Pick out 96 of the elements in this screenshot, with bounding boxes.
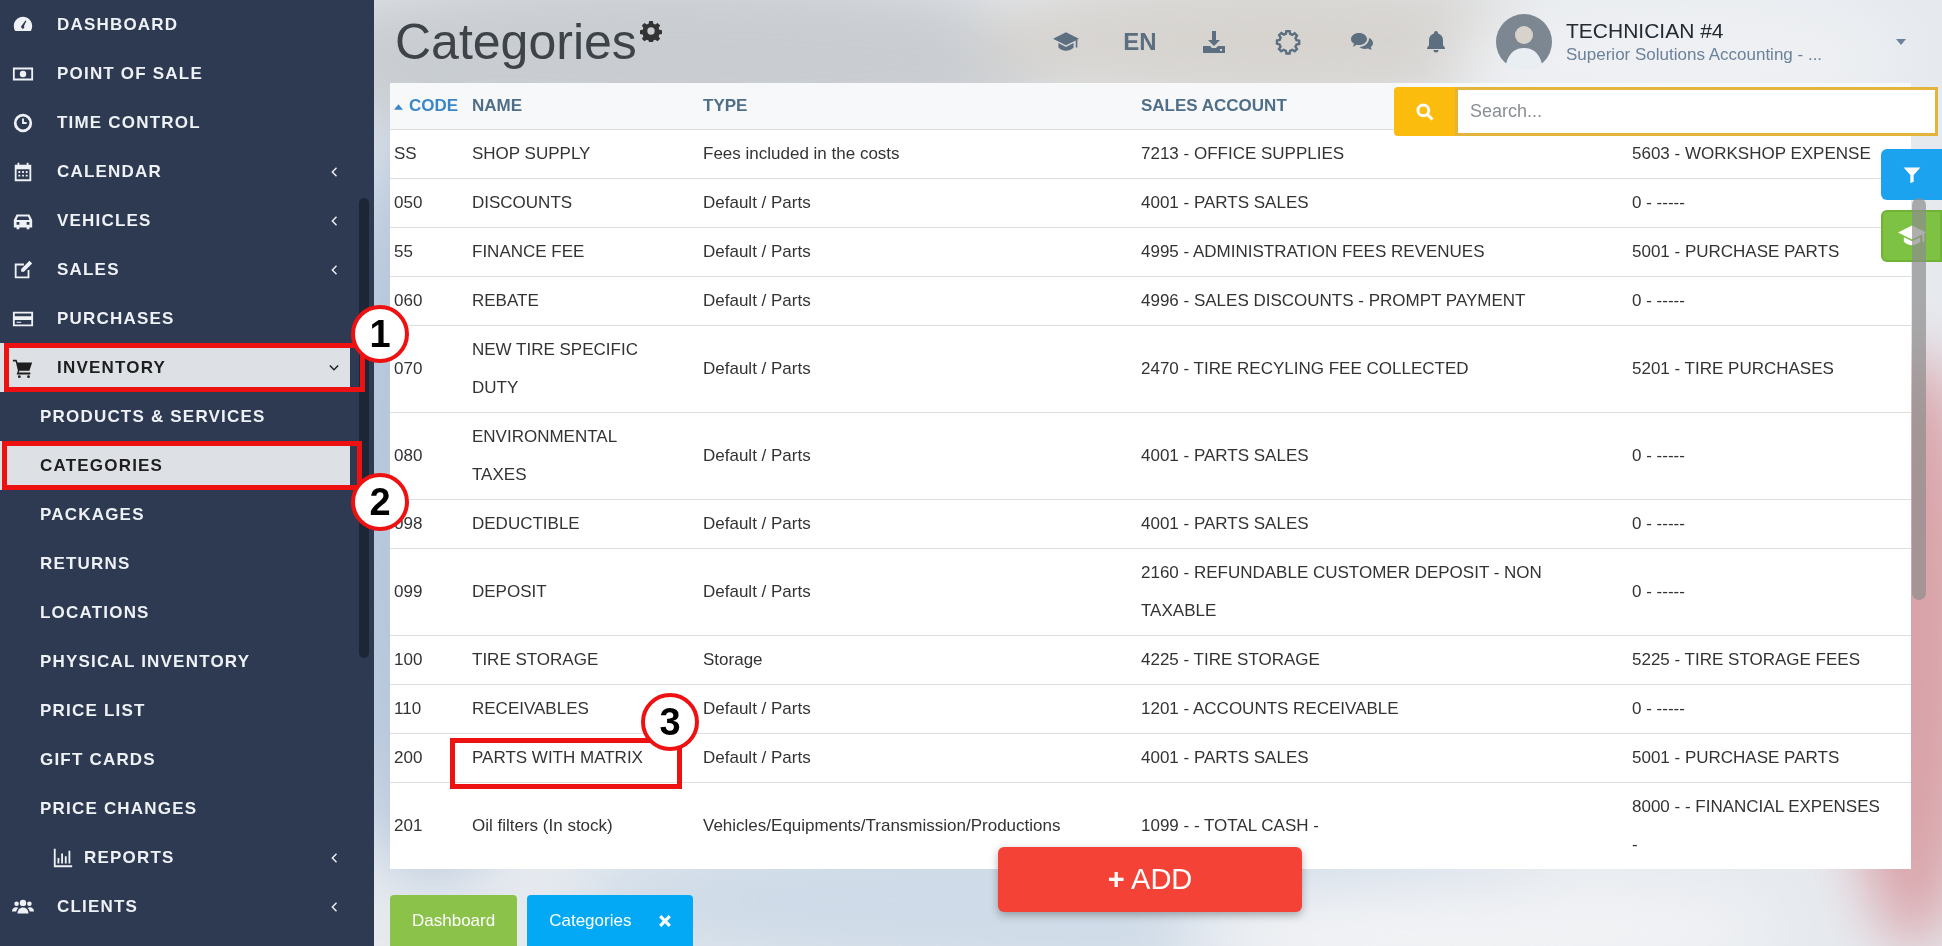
edit-icon bbox=[12, 258, 34, 281]
table-cell: Default / Parts bbox=[703, 445, 811, 465]
table-cell: 099 bbox=[394, 581, 423, 601]
table-cell: 4001 - PARTS SALES bbox=[1141, 445, 1309, 465]
table-cell: DEDUCTIBLE bbox=[472, 513, 580, 533]
table-cell: Default / Parts bbox=[703, 747, 811, 767]
add-button[interactable]: + ADD bbox=[998, 847, 1302, 912]
avatar[interactable] bbox=[1496, 13, 1552, 70]
table-cell: 0 - ----- bbox=[1632, 192, 1685, 212]
sidebar-item[interactable]: PRODUCTS & SERVICES bbox=[0, 392, 350, 441]
table-cell: REBATE bbox=[472, 290, 539, 310]
table-cell: FINANCE FEE bbox=[472, 241, 585, 261]
table-cell: Vehicles/Equipments/Transmission/Productions bbox=[703, 815, 1061, 835]
column-header[interactable]: SALES ACCOUNT bbox=[1141, 96, 1287, 115]
table-cell: 5603 - WORKSHOP EXPENSE bbox=[1632, 143, 1871, 163]
table-cell: 1201 - ACCOUNTS RECEIVABLE bbox=[1141, 698, 1399, 718]
sidebar-item[interactable]: PRICE LIST bbox=[0, 686, 350, 735]
sidebar-item[interactable]: CALENDAR bbox=[0, 147, 350, 196]
table-cell: RECEIVABLES bbox=[472, 698, 589, 718]
table-cell: 55 bbox=[394, 241, 413, 261]
table-cell: 050 bbox=[394, 192, 423, 212]
table-cell: Default / Parts bbox=[703, 513, 811, 533]
calendar-icon bbox=[12, 160, 34, 183]
table-cell: 0 - ----- bbox=[1632, 290, 1685, 310]
bar-chart-icon bbox=[52, 846, 74, 869]
search-icon bbox=[1414, 101, 1435, 122]
sidebar-item[interactable]: POINT OF SALE bbox=[0, 49, 350, 98]
sidebar-item[interactable]: LOCATIONS bbox=[0, 588, 350, 637]
table-cell: Storage bbox=[703, 649, 763, 669]
table-cell: 080 bbox=[394, 445, 423, 465]
table-cell: 0 - ----- bbox=[1632, 513, 1685, 533]
search-field[interactable]: Search... bbox=[1455, 87, 1938, 136]
table-cell: 200 bbox=[394, 747, 423, 767]
table-cell: 201 bbox=[394, 815, 423, 835]
sidebar-item[interactable]: PURCHASES bbox=[0, 294, 350, 343]
sidebar-item[interactable]: PACKAGES bbox=[0, 490, 350, 539]
table-cell: 4995 - ADMINISTRATION FEES REVENUES bbox=[1141, 241, 1485, 261]
page-title: Categories bbox=[395, 16, 637, 67]
filter-button[interactable] bbox=[1881, 149, 1942, 200]
column-header[interactable]: TYPE bbox=[703, 96, 748, 115]
caret-down-icon bbox=[1896, 38, 1906, 45]
table-cell: 7213 - OFFICE SUPPLIES bbox=[1141, 143, 1345, 163]
scrollbar[interactable] bbox=[1912, 198, 1926, 600]
table-cell: 2160 - REFUNDABLE CUSTOMER DEPOSIT - NON TAXABLE bbox=[1141, 562, 1542, 620]
table-cell: 4996 - SALES DISCOUNTS - PROMPT PAYMENT bbox=[1141, 290, 1526, 310]
table-cell: 5225 - TIRE STORAGE FEES bbox=[1632, 649, 1860, 669]
table-cell: ENVIRONMENTAL TAXES bbox=[472, 426, 617, 484]
table-cell: DISCOUNTS bbox=[472, 192, 573, 212]
table-cell: 100 bbox=[394, 649, 423, 669]
settings-icon bbox=[639, 20, 662, 42]
table-cell: 4225 - TIRE STORAGE bbox=[1141, 649, 1320, 669]
sidebar-item[interactable]: VEHICLES bbox=[0, 196, 350, 245]
table-cell: Default / Parts bbox=[703, 358, 811, 378]
table-cell: Default / Parts bbox=[703, 581, 811, 601]
table-cell: Default / Parts bbox=[703, 192, 811, 212]
table-cell: DEPOSIT bbox=[472, 581, 547, 601]
sidebar-item[interactable]: RETURNS bbox=[0, 539, 350, 588]
table-cell: PARTS WITH MATRIX bbox=[472, 747, 643, 767]
table-cell: SS bbox=[394, 143, 417, 163]
sidebar-item[interactable]: REPORTS bbox=[0, 833, 350, 882]
table-cell: NEW TIRE SPECIFIC DUTY bbox=[472, 339, 638, 397]
sidebar-item[interactable]: PHYSICAL INVENTORY bbox=[0, 637, 350, 686]
user-name: TECHNICIAN #4 bbox=[1566, 17, 1725, 44]
clock-icon bbox=[12, 111, 34, 134]
close-icon[interactable] bbox=[659, 914, 672, 927]
table-cell: SHOP SUPPLY bbox=[472, 143, 591, 163]
table-cell: 4001 - PARTS SALES bbox=[1141, 192, 1309, 212]
table-cell: Fees included in the costs bbox=[703, 143, 900, 163]
sidebar-item[interactable]: SALES bbox=[0, 245, 350, 294]
table-cell: Default / Parts bbox=[703, 698, 811, 718]
sidebar-item[interactable]: PRICE CHANGES bbox=[0, 784, 350, 833]
sidebar-item[interactable]: TIME CONTROL bbox=[0, 98, 350, 147]
table-cell: 2470 - TIRE RECYLING FEE COLLECTED bbox=[1141, 358, 1469, 378]
table-cell: 5001 - PURCHASE PARTS bbox=[1632, 241, 1840, 261]
table-cell: 0 - ----- bbox=[1632, 581, 1685, 601]
table-cell: 1099 - - TOTAL CASH - bbox=[1141, 815, 1319, 835]
table-cell: 4001 - PARTS SALES bbox=[1141, 747, 1309, 767]
table-cell: Default / Parts bbox=[703, 241, 811, 261]
table-cell: 110 bbox=[394, 698, 422, 718]
table-cell: 5201 - TIRE PURCHASES bbox=[1632, 358, 1834, 378]
table-cell: Oil filters (In stock) bbox=[472, 815, 613, 835]
column-header[interactable]: NAME bbox=[472, 96, 523, 115]
language-button[interactable]: EN bbox=[1118, 23, 1162, 60]
sort-ascending-icon bbox=[394, 103, 403, 110]
table-cell: 0 - ----- bbox=[1632, 445, 1685, 465]
sidebar-item[interactable]: DASHBOARD bbox=[0, 0, 350, 49]
table-cell: TIRE STORAGE bbox=[472, 649, 599, 669]
table-cell: 5001 - PURCHASE PARTS bbox=[1632, 747, 1840, 767]
table-cell: 0 - ----- bbox=[1632, 698, 1685, 718]
table-cell: 4001 - PARTS SALES bbox=[1141, 513, 1309, 533]
sidebar-item[interactable]: GIFT CARDS bbox=[0, 735, 350, 784]
company-name: Superior Solutions Accounting - ... bbox=[1566, 43, 1824, 66]
table-cell: Default / Parts bbox=[703, 290, 811, 310]
sidebar-item[interactable]: CLIENTS bbox=[0, 882, 350, 931]
table-cell: 8000 - - FINANCIAL EXPENSES - bbox=[1632, 796, 1880, 854]
column-header[interactable]: CODE bbox=[394, 96, 459, 115]
